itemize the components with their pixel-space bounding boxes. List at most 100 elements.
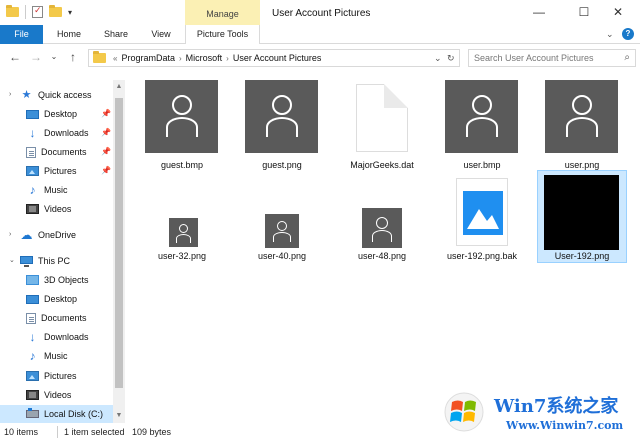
3d-objects-icon	[26, 275, 39, 285]
nav-item-this-pc[interactable]: ⌄ This PC	[0, 252, 112, 270]
mountain-icon	[467, 209, 499, 229]
nav-item-onedrive[interactable]: › ☁ OneDrive	[0, 226, 112, 244]
nav-item-music-pc[interactable]: ♪ Music	[0, 347, 112, 365]
file-list[interactable]: guest.bmp guest.png MajorGeeks.dat user.…	[130, 72, 640, 422]
file-item[interactable]: user.bmp	[432, 76, 532, 171]
nav-item-quick-access[interactable]: › ★ Quick access	[0, 86, 112, 104]
nav-item-pictures-pc[interactable]: Pictures	[0, 367, 112, 385]
help-icon[interactable]: ?	[622, 28, 634, 40]
file-name: MajorGeeks.dat	[350, 160, 414, 170]
scroll-thumb[interactable]	[115, 98, 123, 388]
address-dropdown-icon[interactable]: ⌄	[434, 50, 442, 66]
address-bar[interactable]: « ProgramData › Microsoft › User Account…	[88, 49, 460, 67]
back-button[interactable]: ←	[8, 50, 22, 64]
properties-icon[interactable]	[32, 5, 43, 18]
nav-item-3d-objects[interactable]: 3D Objects	[0, 271, 112, 289]
nav-item-videos[interactable]: Videos	[0, 200, 112, 218]
breadcrumb-microsoft[interactable]: Microsoft	[186, 53, 223, 63]
file-name: guest.bmp	[160, 160, 204, 170]
tab-picture-tools[interactable]: Picture Tools	[185, 25, 260, 44]
tab-view[interactable]: View	[143, 25, 179, 44]
refresh-icon[interactable]: ↻	[447, 50, 455, 66]
breadcrumb-user-account-pictures[interactable]: User Account Pictures	[233, 53, 322, 63]
nav-label: Videos	[44, 390, 72, 400]
file-item[interactable]: user-32.png	[132, 176, 232, 266]
scroll-down-icon[interactable]: ▼	[113, 409, 125, 423]
onedrive-icon: ☁	[20, 227, 33, 242]
nav-item-desktop-pc[interactable]: Desktop	[0, 290, 112, 308]
collapse-icon[interactable]: ⌄	[9, 252, 15, 270]
customize-toolbar-icon[interactable]: ▾	[68, 8, 72, 17]
file-name: user-48.png	[357, 251, 407, 261]
minimize-button[interactable]: —	[532, 5, 546, 19]
nav-item-music[interactable]: ♪ Music	[0, 181, 112, 199]
nav-label: Pictures	[44, 371, 77, 381]
expand-ribbon-icon[interactable]: ⌄	[606, 29, 614, 40]
new-folder-icon[interactable]	[49, 5, 62, 17]
avatar-head	[172, 95, 192, 115]
user-picture-icon	[145, 80, 218, 153]
avatar-head	[179, 224, 188, 233]
nav-label: Music	[44, 185, 68, 195]
file-item[interactable]: user.png	[532, 76, 632, 171]
nav-label: 3D Objects	[44, 275, 89, 285]
tab-file[interactable]: File	[0, 25, 43, 44]
user-picture-icon	[245, 80, 318, 153]
file-item[interactable]: MajorGeeks.dat	[332, 76, 432, 171]
scroll-up-icon[interactable]: ▲	[113, 80, 125, 94]
file-item[interactable]: guest.png	[232, 76, 332, 171]
music-icon: ♪	[29, 182, 36, 197]
file-item[interactable]: user-192.png.bak	[432, 176, 532, 266]
nav-item-documents-pc[interactable]: Documents	[0, 309, 112, 327]
tab-home[interactable]: Home	[50, 25, 88, 44]
download-icon: ↓	[29, 329, 36, 344]
navigation-pane[interactable]: › ★ Quick access Desktop 📌 ↓ Downloads 📌…	[0, 80, 128, 423]
watermark-title: Win7系统之家	[494, 396, 619, 417]
window-title: User Account Pictures	[272, 8, 371, 19]
expand-icon[interactable]: ›	[9, 226, 11, 244]
nav-item-local-disk[interactable]: Local Disk (C:)	[0, 405, 113, 423]
avatar-head	[272, 95, 292, 115]
nav-scrollbar[interactable]: ▲ ▼	[113, 80, 125, 423]
up-button[interactable]: ↑	[66, 50, 80, 64]
nav-item-pictures[interactable]: Pictures 📌	[0, 162, 112, 180]
expand-icon[interactable]: ›	[9, 86, 11, 104]
avatar-body	[466, 117, 498, 137]
nav-item-downloads-pc[interactable]: ↓ Downloads	[0, 328, 112, 346]
forward-button[interactable]: →	[29, 50, 43, 64]
breadcrumb-programdata[interactable]: ProgramData	[121, 53, 175, 63]
close-button[interactable]: ✕	[611, 5, 625, 19]
title-bar: ▾ Manage User Account Pictures — ☐ ✕	[0, 0, 640, 25]
file-name: guest.png	[262, 160, 302, 170]
item-count: 10 items	[4, 427, 39, 437]
avatar-body	[372, 230, 392, 242]
search-input[interactable]: Search User Account Pictures ⌕	[468, 49, 636, 67]
black-image-thumbnail	[544, 175, 619, 250]
overflow-crumb[interactable]: «	[113, 54, 117, 63]
nav-label: This PC	[38, 256, 71, 266]
pin-icon: 📌	[101, 128, 111, 137]
divider	[25, 5, 26, 19]
nav-label: Pictures	[44, 166, 77, 176]
videos-icon	[26, 204, 39, 214]
avatar-body	[566, 117, 598, 137]
chevron-right-icon[interactable]: ›	[226, 54, 229, 63]
user-picture-icon	[265, 214, 299, 248]
file-name: user-40.png	[257, 251, 307, 261]
pin-icon: 📌	[101, 166, 111, 175]
download-icon: ↓	[29, 125, 36, 140]
avatar-head	[472, 95, 492, 115]
maximize-button[interactable]: ☐	[577, 5, 591, 19]
file-item[interactable]: guest.bmp	[132, 76, 232, 171]
file-item[interactable]: user-48.png	[332, 176, 432, 266]
file-item-selected[interactable]: User-192.png	[537, 170, 627, 263]
folder-icon	[93, 51, 106, 63]
nav-item-documents[interactable]: Documents 📌	[0, 143, 112, 161]
chevron-right-icon[interactable]: ›	[179, 54, 182, 63]
file-item[interactable]: user-40.png	[232, 176, 332, 266]
tab-share[interactable]: Share	[97, 25, 135, 44]
nav-item-videos-pc[interactable]: Videos	[0, 386, 112, 404]
nav-item-desktop[interactable]: Desktop 📌	[0, 105, 112, 123]
recent-locations-icon[interactable]: ⌄	[47, 52, 61, 61]
nav-item-downloads[interactable]: ↓ Downloads 📌	[0, 124, 112, 142]
